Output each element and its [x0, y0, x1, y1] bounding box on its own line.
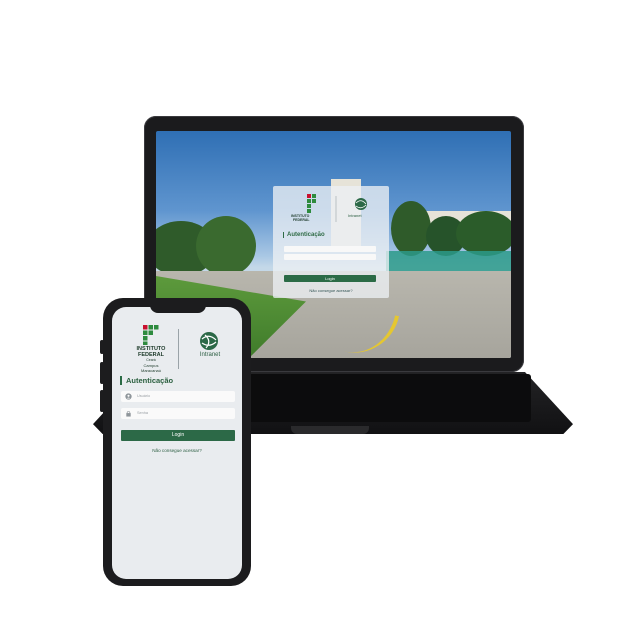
logo-divider	[178, 329, 179, 369]
login-button[interactable]: Login	[121, 430, 235, 441]
if-logo-icon	[143, 325, 159, 345]
laptop-auth-title: Autenticação	[283, 232, 325, 238]
if-logo: INSTITUTO FEDERAL Ceará Campus Maracanaú	[126, 325, 176, 381]
laptop-login-button[interactable]: Login	[284, 275, 376, 282]
laptop-login-card: INSTITUTO FEDERAL Intranet Autenticação …	[273, 186, 389, 298]
lock-icon	[126, 410, 131, 417]
laptop-password-input[interactable]	[284, 254, 376, 260]
intranet-globe-icon	[200, 332, 218, 350]
password-placeholder: Senha	[137, 411, 148, 415]
logo-text-line: Maracanaú	[140, 368, 161, 373]
phone-screen: INSTITUTO FEDERAL Ceará Campus Maracanaú…	[112, 307, 242, 579]
laptop-keyboard	[245, 374, 531, 422]
tree	[456, 211, 511, 256]
username-field[interactable]: Usuário	[121, 391, 235, 402]
tree	[196, 216, 256, 276]
laptop-forgot-link[interactable]: Não consegue acessar?	[273, 288, 389, 293]
laptop-app-name: Intranet	[348, 213, 362, 218]
fence	[386, 251, 511, 271]
laptop-logo-text: FEDERAL	[293, 218, 310, 222]
phone-notch	[150, 303, 206, 313]
password-field[interactable]: Senha	[121, 408, 235, 419]
username-placeholder: Usuário	[137, 394, 151, 398]
user-icon	[125, 393, 132, 400]
intranet-label: Intranet	[199, 352, 221, 358]
logo-text-line: Ceará	[146, 358, 156, 362]
tree	[391, 201, 431, 256]
laptop-username-input[interactable]	[284, 246, 376, 252]
auth-title: Autenticação	[120, 376, 173, 385]
forgot-access-link[interactable]: Não consegue acessar?	[112, 448, 242, 453]
laptop-trackpad-notch	[291, 426, 369, 434]
